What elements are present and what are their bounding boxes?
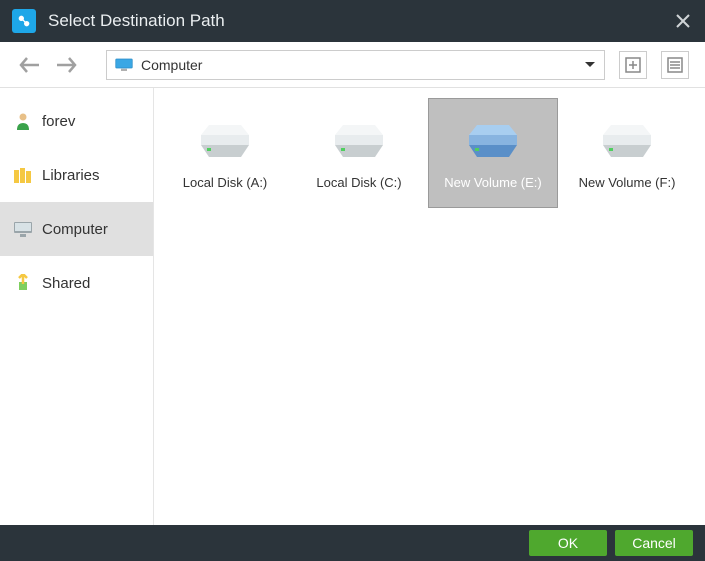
plus-icon [625, 57, 641, 73]
toolbar: Computer [0, 42, 705, 88]
drive-item[interactable]: Local Disk (C:) [294, 98, 424, 208]
sidebar: forev Libraries Computer Shared [0, 88, 154, 525]
ok-button[interactable]: OK [529, 530, 607, 556]
monitor-icon [115, 58, 133, 72]
titlebar: Select Destination Path [0, 0, 705, 42]
user-icon [14, 112, 32, 130]
drive-item[interactable]: New Volume (F:) [562, 98, 692, 208]
sidebar-item-user[interactable]: forev [0, 94, 153, 148]
sidebar-item-label: Libraries [42, 167, 100, 184]
hard-drive-icon [331, 121, 387, 161]
hard-drive-icon [465, 121, 521, 161]
chevron-down-icon[interactable] [584, 61, 596, 69]
cancel-button[interactable]: Cancel [615, 530, 693, 556]
sidebar-item-computer[interactable]: Computer [0, 202, 153, 256]
drive-item[interactable]: New Volume (E:) [428, 98, 558, 208]
libraries-icon [14, 166, 32, 184]
list-icon [667, 57, 683, 73]
drive-label: New Volume (F:) [579, 175, 676, 190]
arrow-left-icon [19, 56, 41, 74]
sidebar-item-label: Shared [42, 275, 90, 292]
forward-button[interactable] [52, 51, 80, 79]
sidebar-item-label: Computer [42, 221, 108, 238]
shared-icon [14, 274, 32, 292]
address-bar[interactable]: Computer [106, 50, 605, 80]
drive-label: Local Disk (A:) [183, 175, 268, 190]
drive-label: Local Disk (C:) [316, 175, 401, 190]
hard-drive-icon [599, 121, 655, 161]
sidebar-item-shared[interactable]: Shared [0, 256, 153, 310]
body: forev Libraries Computer Shared [0, 88, 705, 525]
drive-item[interactable]: Local Disk (A:) [160, 98, 290, 208]
hard-drive-icon [197, 121, 253, 161]
footer: OK Cancel [0, 525, 705, 561]
app-icon [12, 9, 36, 33]
sidebar-item-libraries[interactable]: Libraries [0, 148, 153, 202]
address-text: Computer [141, 57, 576, 73]
content-area: Local Disk (A:) Local Disk (C:) New Volu… [154, 88, 705, 525]
back-button[interactable] [16, 51, 44, 79]
window-title: Select Destination Path [48, 11, 673, 31]
view-list-button[interactable] [661, 51, 689, 79]
close-button[interactable] [673, 11, 693, 31]
close-icon [675, 13, 691, 29]
sidebar-item-label: forev [42, 113, 75, 130]
monitor-icon [14, 220, 32, 238]
drive-label: New Volume (E:) [444, 175, 542, 190]
new-folder-button[interactable] [619, 51, 647, 79]
arrow-right-icon [55, 56, 77, 74]
